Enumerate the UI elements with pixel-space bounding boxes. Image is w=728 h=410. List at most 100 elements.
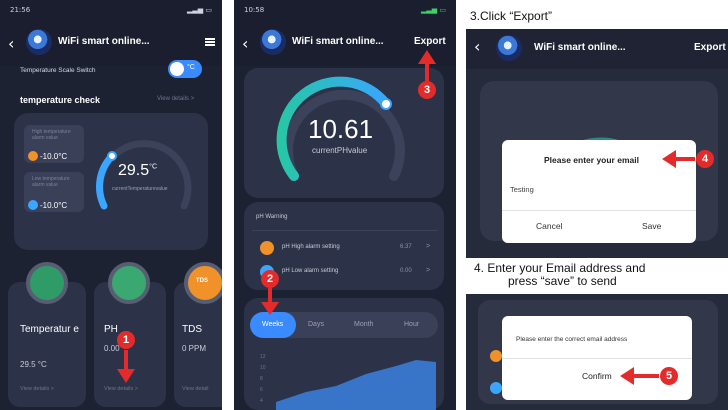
tile-ph-link[interactable]: View details > [104, 386, 138, 392]
ph-high-label: pH High alarm setting [282, 244, 340, 250]
menu-icon[interactable] [205, 38, 215, 46]
step-badge-4: 4 [696, 150, 714, 168]
tile-temperature-value: 29.5 °C [20, 360, 47, 369]
email-input[interactable]: Testing [510, 185, 534, 194]
step-3-caption: 3.Click “Export” [470, 9, 553, 23]
step-badge-5: 5 [660, 367, 678, 385]
dialog-title: Please enter your email [544, 155, 639, 165]
ph-value: 10.61 [308, 114, 374, 144]
temperature-number: 29.5 [118, 162, 150, 179]
high-alarm-label: High temperature alarm value [32, 129, 71, 141]
dialog-divider [502, 210, 696, 211]
back-button[interactable]: ‹ [474, 37, 480, 56]
chevron-right-icon: > [426, 243, 431, 250]
high-alarm-value: -10.0°C [40, 152, 68, 161]
ph-high-row[interactable]: pH High alarm setting 6.37 > [252, 238, 438, 260]
tab-weeks-label: Weeks [262, 321, 284, 328]
dialog-divider [502, 358, 692, 359]
temperature-caption: currentTemperaturevalue [112, 186, 168, 192]
time-range-tabs: Weeks Days Month Hour [250, 312, 438, 338]
low-alarm-value: -10.0°C [40, 201, 68, 210]
tds-badge-text: TDS [196, 278, 208, 284]
switch-knob [170, 62, 184, 76]
panel-ph-detail: 10:58 ▂▃▅ ▭ ‹ WiFi smart online... Expor… [234, 0, 456, 410]
panel-confirm-dialog: Please enter the correct email address C… [466, 294, 728, 410]
ph-high-value: 6.37 [400, 244, 412, 250]
warning-divider [252, 230, 438, 231]
status-time: 21:56 [10, 6, 31, 14]
chevron-right-icon: > [426, 267, 431, 274]
tile-temperature-link[interactable]: View details > [20, 386, 54, 392]
tick-4: 4 [260, 398, 263, 404]
back-button[interactable]: ‹ [242, 34, 248, 53]
status-bar: 21:56 ▂▃▅ ▭ [10, 6, 212, 16]
background-blue-icon [490, 382, 502, 394]
arrow-shaft-5 [633, 374, 659, 378]
tick-12: 12 [260, 354, 266, 360]
arrow-head-down-2 [261, 302, 279, 315]
tile-temperature[interactable]: Temperatur e 29.5 °C View details > [8, 262, 86, 407]
ph-low-label: pH Low alarm setting [282, 268, 339, 274]
thermometer-low-icon [28, 200, 38, 210]
signal-icon: ▂▃▅ ▭ [187, 6, 212, 14]
tile-tds[interactable]: TDS TDS 0 PPM View detail [174, 262, 222, 407]
signal-icon: ▂▃▅ ▭ [421, 6, 446, 14]
background-orange-icon [490, 350, 502, 362]
tick-6: 6 [260, 387, 263, 393]
cancel-button[interactable]: Cancel [536, 221, 562, 231]
status-time: 10:58 [244, 6, 265, 14]
device-title: WiFi smart online... [292, 36, 384, 47]
ph-icon [108, 262, 150, 304]
tile-ph-name: PH [104, 324, 118, 335]
device-title: WiFi smart online... [534, 42, 626, 53]
ph-history-area-chart [276, 360, 436, 410]
high-alarm-box: High temperature alarm value -10.0°C [24, 125, 84, 163]
view-details-link[interactable]: View details > [157, 96, 194, 102]
ph-low-value: 0.00 [400, 268, 412, 274]
ph-warning-title: pH Warning [256, 214, 288, 220]
step-4-caption-line2: press “save” to send [508, 274, 617, 288]
dialog-message: Please enter the correct email address [516, 336, 628, 343]
switch-value: °C [187, 64, 195, 71]
app-logo [496, 35, 522, 61]
tile-temperature-name: Temperatur e [20, 324, 79, 335]
step-badge-1: 1 [117, 331, 135, 349]
low-alarm-label: Low temperature alarm value [32, 176, 70, 188]
ph-low-row[interactable]: pH Low alarm setting 0.00 > [252, 262, 438, 284]
low-alarm-box: Low temperature alarm value -10.0°C [24, 172, 84, 212]
export-button[interactable]: Export [694, 42, 726, 53]
arrow-head-left-4 [662, 150, 676, 168]
tab-month[interactable]: Month [354, 321, 373, 328]
step-4-caption: 4. Enter your Email address and press “s… [474, 262, 728, 288]
tile-tds-link[interactable]: View detail [182, 386, 209, 392]
arrow-shaft-1 [124, 350, 128, 370]
y-axis-ticks: 12 10 8 6 4 [260, 352, 266, 407]
temperature-value: 29.5°C [118, 162, 157, 180]
arrow-shaft-4 [675, 157, 695, 161]
panel-export-dialog: ‹ WiFi smart online... Export Please ent… [466, 29, 728, 258]
tab-weeks[interactable]: Weeks [250, 312, 296, 338]
tile-tds-value: 0 PPM [182, 344, 207, 353]
tile-tds-name: TDS [182, 324, 202, 335]
confirm-dialog: Please enter the correct email address C… [502, 316, 692, 400]
tab-hour[interactable]: Hour [404, 321, 419, 328]
arrow-head-down-1 [117, 369, 135, 383]
back-button[interactable]: ‹ [8, 34, 14, 53]
tds-icon: TDS [184, 262, 222, 304]
arrow-head-left-5 [620, 367, 634, 385]
app-logo [26, 29, 52, 55]
section-title: temperature check [20, 95, 101, 105]
step-badge-2: 2 [261, 270, 279, 288]
app-logo [260, 29, 286, 55]
temperature-unit: °C [149, 163, 157, 171]
tick-8: 8 [260, 376, 263, 382]
export-button[interactable]: Export [414, 36, 446, 47]
arrow-head-up-3 [418, 50, 436, 64]
tab-days[interactable]: Days [308, 321, 324, 328]
temperature-scale-switch[interactable]: °C [168, 60, 202, 78]
ph-high-icon [260, 241, 274, 255]
confirm-button[interactable]: Confirm [582, 371, 612, 381]
temperature-scale-label: Temperature Scale Switch [20, 67, 96, 74]
tick-10: 10 [260, 365, 266, 371]
save-button[interactable]: Save [642, 221, 661, 231]
